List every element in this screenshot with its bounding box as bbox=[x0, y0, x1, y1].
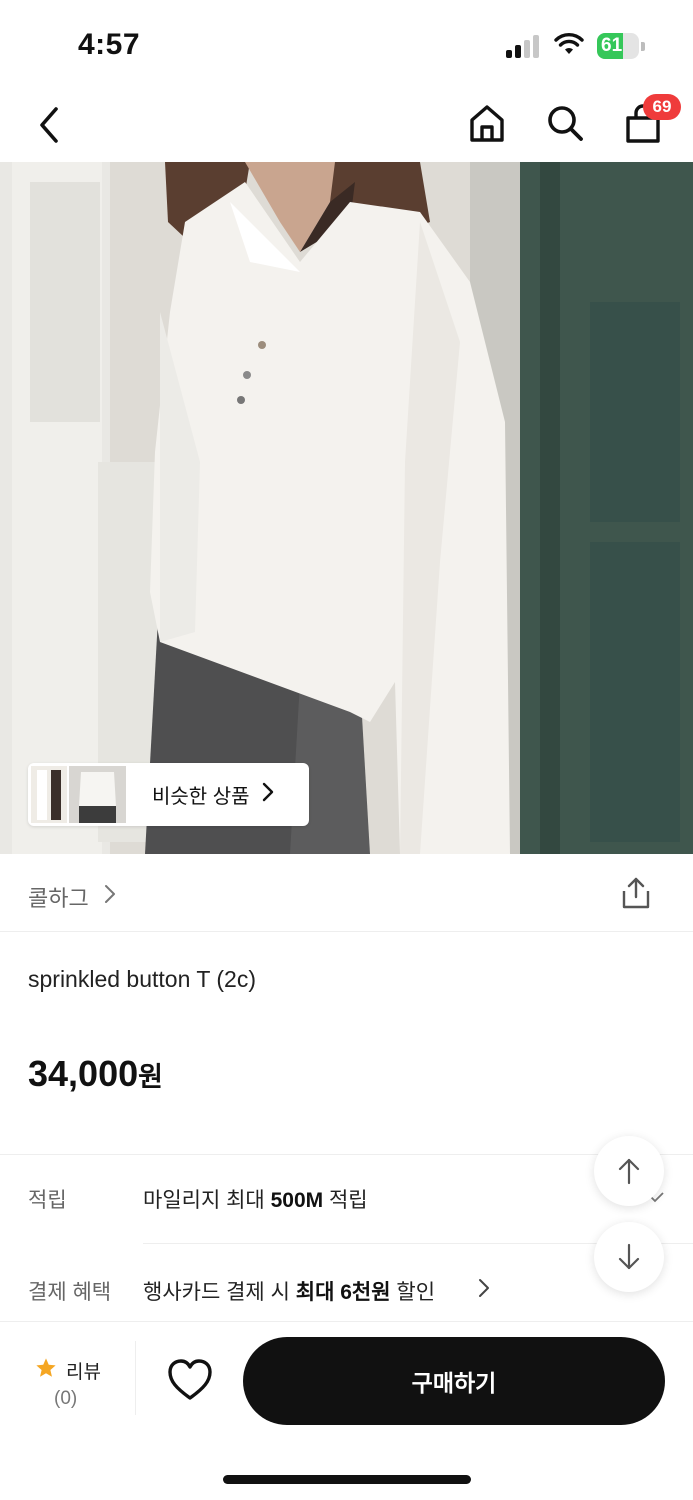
home-icon[interactable] bbox=[466, 101, 508, 145]
star-icon bbox=[36, 1358, 56, 1377]
back-icon[interactable] bbox=[30, 105, 70, 145]
payment-benefit-value[interactable]: 행사카드 결제 시 최대 6천원 할인 bbox=[143, 1276, 435, 1306]
review-label: 리뷰 bbox=[66, 1362, 101, 1383]
battery-level: 61 bbox=[601, 35, 623, 56]
price-unit: 원 bbox=[138, 1062, 163, 1092]
divider bbox=[0, 1154, 693, 1155]
scroll-down-button[interactable] bbox=[594, 1222, 664, 1292]
price-value: 34,000 bbox=[28, 1053, 139, 1094]
status-bar: 4:57 61 bbox=[0, 0, 693, 90]
payment-benefit-label: 결제 혜택 bbox=[28, 1281, 112, 1304]
similar-products-button[interactable]: 비슷한 상품 bbox=[28, 763, 309, 826]
battery-icon: 61 bbox=[597, 33, 645, 59]
similar-thumbnail-2 bbox=[69, 766, 126, 823]
chevron-right-icon bbox=[104, 884, 116, 909]
scroll-up-button[interactable] bbox=[594, 1136, 664, 1206]
arrow-up-icon bbox=[618, 1158, 640, 1185]
buy-button[interactable]: 구매하기 bbox=[243, 1337, 665, 1425]
share-icon[interactable] bbox=[619, 876, 653, 915]
divider bbox=[135, 1341, 136, 1415]
chevron-right-icon bbox=[478, 1278, 490, 1303]
search-icon[interactable] bbox=[544, 102, 586, 144]
nav-bar bbox=[0, 90, 693, 162]
points-value: 마일리지 최대 500M 적립 bbox=[143, 1189, 368, 1212]
points-label: 적립 bbox=[28, 1189, 67, 1212]
review-count: (0) bbox=[54, 1388, 78, 1409]
product-image[interactable] bbox=[0, 162, 693, 854]
wishlist-heart-icon[interactable] bbox=[166, 1357, 214, 1408]
product-price: 34,000원 bbox=[28, 1053, 163, 1095]
chevron-right-icon bbox=[262, 782, 274, 807]
wifi-icon bbox=[554, 32, 584, 61]
cellular-signal-icon bbox=[506, 34, 542, 58]
review-button[interactable]: 리뷰 (0) bbox=[22, 1348, 136, 1414]
brand-name-link[interactable]: 콜하그 bbox=[28, 881, 89, 913]
product-name: sprinkled button T (2c) bbox=[28, 966, 256, 992]
home-indicator bbox=[223, 1475, 471, 1484]
similar-thumbnail-1 bbox=[31, 766, 67, 823]
arrow-down-icon bbox=[618, 1243, 640, 1270]
brand-row: 콜하그 bbox=[0, 854, 693, 932]
cart-badge: 69 bbox=[643, 94, 681, 120]
status-time: 4:57 bbox=[78, 28, 141, 61]
similar-products-label: 비슷한 상품 bbox=[152, 786, 250, 808]
